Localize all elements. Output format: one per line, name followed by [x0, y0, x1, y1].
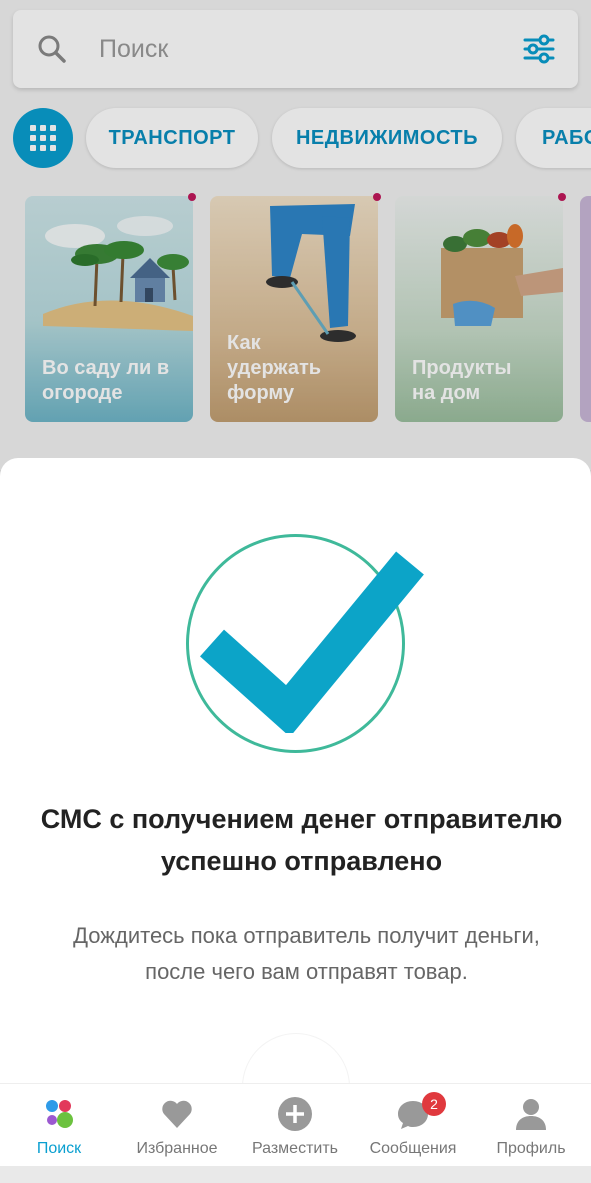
modal-text: Дождитесь пока отправитель получит деньг…	[0, 918, 591, 990]
search-logo-icon	[46, 1100, 73, 1128]
modal-title-line1: СМС с получением денег отправителю	[40, 804, 563, 834]
bottom-nav: Поиск Избранное Разместить 2 Сообщения П…	[0, 1083, 591, 1166]
nav-post[interactable]: Разместить	[236, 1084, 354, 1167]
modal-text-line2: после чего вам отправят товар.	[145, 959, 468, 984]
nav-post-label: Разместить	[251, 1140, 339, 1157]
system-bar	[0, 1166, 591, 1183]
nav-profile-label: Профиль	[496, 1140, 566, 1157]
plus-circle-icon	[278, 1097, 312, 1131]
profile-icon	[516, 1099, 546, 1130]
nav-favorites-label: Избранное	[136, 1140, 218, 1157]
nav-search-label: Поиск	[36, 1140, 82, 1157]
modal-title: СМС с получением денег отправителю успеш…	[0, 798, 591, 882]
nav-profile[interactable]: Профиль	[472, 1084, 590, 1167]
heart-icon	[162, 1100, 192, 1128]
messages-badge: 2	[422, 1092, 446, 1116]
success-modal: СМС с получением денег отправителю успеш…	[0, 458, 591, 1183]
modal-text-line1: Дождитесь пока отправитель получит деньг…	[73, 923, 540, 948]
modal-title-line2: успешно отправлено	[160, 846, 443, 876]
nav-messages[interactable]: 2 Сообщения	[354, 1084, 472, 1167]
nav-messages-label: Сообщения	[369, 1140, 457, 1157]
checkmark-icon	[200, 551, 424, 733]
nav-search[interactable]: Поиск	[0, 1084, 118, 1167]
nav-favorites[interactable]: Избранное	[118, 1084, 236, 1167]
